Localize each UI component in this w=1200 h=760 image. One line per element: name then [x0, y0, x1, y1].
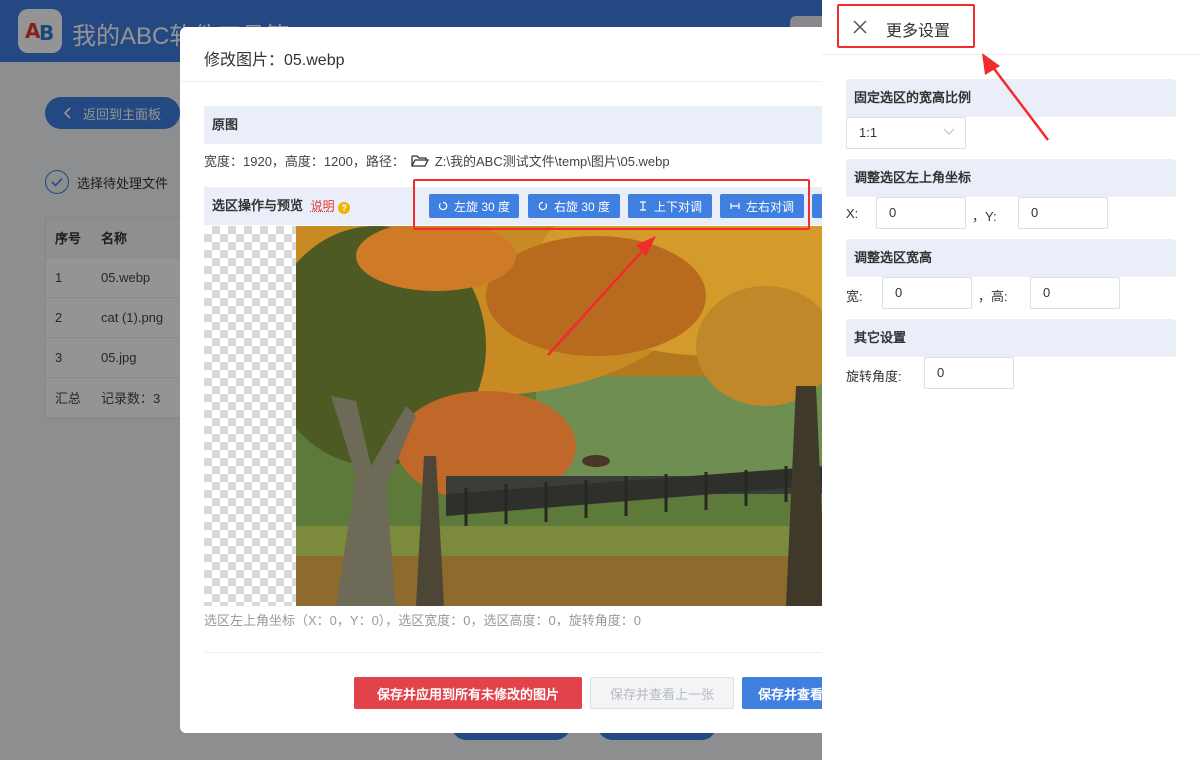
help-icon[interactable]: ? [338, 202, 351, 214]
rotation-label: 旋转角度: [846, 369, 902, 384]
dialog-title: 修改图片：05.webp [204, 52, 345, 69]
crop-preview-area[interactable] [204, 226, 840, 606]
width-label: 宽: [846, 289, 863, 304]
autumn-tree-photo [296, 226, 840, 606]
x-coordinate-input[interactable]: 0 [876, 197, 966, 229]
aspect-ratio-value: 1:1 [859, 125, 878, 140]
height-input[interactable]: 0 [1030, 277, 1120, 309]
dialog-divider [180, 81, 840, 82]
image-dimensions: 宽度：1920，高度：1200，路径： [204, 154, 405, 169]
rotation-angle-input[interactable]: 0 [924, 357, 1014, 389]
more-settings-drawer: 更多设置 固定选区的宽高比例 1:1 调整选区左上角坐标 X: 0 ，Y: 0 … [822, 0, 1200, 760]
chevron-down-icon [943, 128, 955, 135]
y-coordinate-input[interactable]: 0 [1018, 197, 1108, 229]
x-label: X: [846, 206, 859, 221]
folder-open-icon[interactable] [411, 154, 429, 168]
y-label: ，Y: [972, 209, 997, 224]
annotation-box-drawer-title [837, 4, 975, 48]
help-link[interactable]: 说明 [311, 199, 335, 213]
other-section-header: 其它设置 [846, 319, 1176, 357]
height-label: ，高: [978, 289, 1008, 304]
selection-status-text: 选区左上角坐标（X：0，Y：0），选区宽度：0，选区高度：0，旋转角度：0 [204, 613, 641, 628]
image-info-row: 宽度：1920，高度：1200，路径： Z:\我的ABC测试文件\temp\图片… [204, 151, 670, 170]
crop-section-title: 选区操作与预览 [212, 198, 304, 213]
ratio-section-header: 固定选区的宽高比例 [846, 79, 1176, 117]
edit-image-dialog: 修改图片：05.webp 原图 宽度：1920，高度：1200，路径： Z:\我… [180, 27, 840, 733]
original-section-header: 原图 [204, 106, 840, 144]
dialog-footer-divider [204, 652, 840, 653]
image-path: Z:\我的ABC测试文件\temp\图片\05.webp [434, 154, 670, 169]
annotation-box-toolbar [413, 179, 810, 230]
coord-section-header: 调整选区左上角坐标 [846, 159, 1176, 197]
preview-image[interactable] [296, 226, 840, 606]
save-view-previous-button[interactable]: 保存并查看上一张 [590, 677, 734, 709]
size-section-header: 调整选区宽高 [846, 239, 1176, 277]
save-apply-all-button[interactable]: 保存并应用到所有未修改的图片 [354, 677, 582, 709]
aspect-ratio-select[interactable]: 1:1 [846, 117, 966, 149]
width-input[interactable]: 0 [882, 277, 972, 309]
